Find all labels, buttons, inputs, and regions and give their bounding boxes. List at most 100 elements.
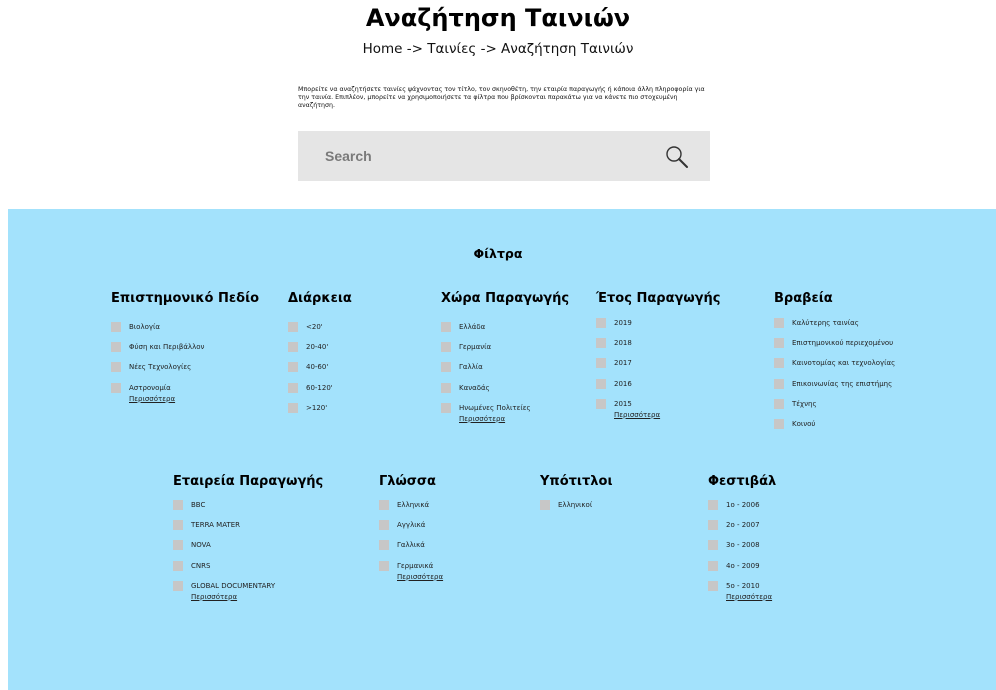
filter-option[interactable]: Γαλλία <box>441 357 569 377</box>
filter-group-title: Εταιρεία Παραγωγής <box>173 474 324 489</box>
filter-option[interactable]: 2017 <box>596 353 720 373</box>
filter-checkbox[interactable] <box>708 540 718 551</box>
filter-checkbox[interactable] <box>596 398 606 409</box>
filter-checkbox[interactable] <box>288 362 298 373</box>
filter-checkbox[interactable] <box>288 382 298 393</box>
filter-option[interactable]: Καναδάς <box>441 378 569 398</box>
filter-checkbox[interactable] <box>288 342 298 353</box>
filter-option[interactable]: Κοινού <box>774 414 895 434</box>
filter-checkbox[interactable] <box>441 382 451 393</box>
filter-checkbox[interactable] <box>111 342 121 353</box>
filter-checkbox[interactable] <box>596 338 606 349</box>
filter-option[interactable]: >120' <box>288 398 352 418</box>
filter-option[interactable]: Γαλλικά <box>379 535 443 555</box>
search-input[interactable] <box>325 131 625 181</box>
filter-option[interactable]: Ελληνικοί <box>540 495 613 515</box>
filter-option[interactable]: 2018 <box>596 333 720 353</box>
filter-option[interactable]: Φύση και Περιβάλλον <box>111 337 259 357</box>
filter-checkbox[interactable] <box>596 318 606 329</box>
filter-checkbox[interactable] <box>441 342 451 353</box>
filter-option[interactable]: Καινοτομίας και τεχνολογίας <box>774 353 895 373</box>
filter-option[interactable]: Επικοινωνίας της επιστήμης <box>774 374 895 394</box>
filter-option[interactable]: GLOBAL DOCUMENTARY <box>173 576 323 596</box>
filter-checkbox[interactable] <box>774 398 784 409</box>
filters-panel <box>8 209 996 690</box>
filter-option[interactable]: BBC <box>173 495 323 515</box>
filter-option[interactable]: Καλύτερης ταινίας <box>774 313 895 333</box>
filter-checkbox[interactable] <box>540 500 550 511</box>
filter-option-label: Καλύτερης ταινίας <box>792 319 859 328</box>
filter-group: Χώρα Παραγωγής Ελλάδα Γερμανία Γαλλία Καναδά… <box>441 290 569 423</box>
filter-option[interactable]: <20' <box>288 317 352 337</box>
filter-checkbox[interactable] <box>111 322 121 333</box>
filter-option[interactable]: 2015 <box>596 394 720 414</box>
filter-option-label: TERRA MATER <box>191 521 241 530</box>
filter-option[interactable]: Γερμανικά <box>379 556 443 576</box>
filters-title: Φίλτρα <box>473 246 523 261</box>
filter-checkbox[interactable] <box>111 382 121 393</box>
filter-option[interactable]: CNRS <box>173 556 323 576</box>
filter-option[interactable]: Ηνωμένες Πολιτείες <box>441 398 569 418</box>
filter-option[interactable]: 40-60' <box>288 357 352 377</box>
filter-option[interactable]: 4ο - 2009 <box>708 556 776 576</box>
filter-checkbox[interactable] <box>288 402 298 413</box>
filter-option-label: BBC <box>191 501 206 510</box>
filter-options: Ελληνικά Αγγλικά Γαλλικά Γερμανικά <box>379 495 443 576</box>
filter-checkbox[interactable] <box>708 500 718 511</box>
filter-checkbox[interactable] <box>173 520 183 531</box>
filter-checkbox[interactable] <box>379 520 389 531</box>
filter-checkbox[interactable] <box>774 338 784 349</box>
filter-option[interactable]: Αστρονομία <box>111 378 259 398</box>
filter-option[interactable]: Ελλάδα <box>441 317 569 337</box>
filter-checkbox[interactable] <box>774 419 784 430</box>
filter-option-label: >120' <box>306 403 328 412</box>
filter-checkbox[interactable] <box>708 580 718 591</box>
filter-option[interactable]: Ελληνικά <box>379 495 443 515</box>
filter-checkbox[interactable] <box>173 560 183 571</box>
filter-checkbox[interactable] <box>173 500 183 511</box>
filter-option[interactable]: Τέχνης <box>774 394 895 414</box>
filter-option[interactable]: Νέες Τεχνολογίες <box>111 357 259 377</box>
filter-option[interactable]: 20-40' <box>288 337 352 357</box>
filter-option[interactable]: TERRA MATER <box>173 515 323 535</box>
filter-group-title: Επιστημονικό Πεδίο <box>111 291 260 306</box>
filter-checkbox[interactable] <box>111 362 121 373</box>
filter-option[interactable]: 2ο - 2007 <box>708 515 776 535</box>
filter-checkbox[interactable] <box>379 540 389 551</box>
filter-option[interactable]: 1ο - 2006 <box>708 495 776 515</box>
filter-options: Βιολογία Φύση και Περιβάλλον Νέες Τεχνολογ… <box>111 317 259 398</box>
filter-option[interactable]: Επιστημονικού περιεχομένου <box>774 333 895 353</box>
filter-checkbox[interactable] <box>288 322 298 333</box>
filter-checkbox[interactable] <box>774 378 784 389</box>
filter-checkbox[interactable] <box>596 378 606 389</box>
filter-checkbox[interactable] <box>441 362 451 373</box>
filter-checkbox[interactable] <box>708 560 718 571</box>
filter-option-label: Ελλάδα <box>459 323 486 332</box>
filter-checkbox[interactable] <box>379 500 389 511</box>
filter-option[interactable]: 60-120' <box>288 378 352 398</box>
filter-options: 1ο - 2006 2ο - 2007 3ο - 2008 4ο - 2009 5ο -… <box>708 495 776 596</box>
filter-checkbox[interactable] <box>708 520 718 531</box>
filter-option[interactable]: Αγγλικά <box>379 515 443 535</box>
filter-option[interactable]: Βιολογία <box>111 317 259 337</box>
filter-option[interactable]: NOVA <box>173 535 323 555</box>
search-button[interactable] <box>664 144 690 170</box>
filter-options: Ελληνικοί <box>540 495 613 515</box>
filter-option[interactable]: 2019 <box>596 313 720 333</box>
filter-options: BBC TERRA MATER NOVA CNRS GLOBAL DOCUMENTARY <box>173 495 323 596</box>
filter-checkbox[interactable] <box>441 322 451 333</box>
filter-option-label: Βιολογία <box>129 323 161 332</box>
filter-option-label: Γαλλικά <box>397 541 425 550</box>
filter-option-label: 4ο - 2009 <box>726 561 760 570</box>
filter-option[interactable]: 5ο - 2010 <box>708 576 776 596</box>
filter-option[interactable]: Γερμανία <box>441 337 569 357</box>
filter-option[interactable]: 2016 <box>596 374 720 394</box>
filter-checkbox[interactable] <box>379 560 389 571</box>
filter-checkbox[interactable] <box>173 580 183 591</box>
filter-checkbox[interactable] <box>596 358 606 369</box>
filter-checkbox[interactable] <box>173 540 183 551</box>
filter-checkbox[interactable] <box>774 358 784 369</box>
filter-checkbox[interactable] <box>774 318 784 329</box>
filter-option[interactable]: 3ο - 2008 <box>708 535 776 555</box>
filter-checkbox[interactable] <box>441 402 451 413</box>
